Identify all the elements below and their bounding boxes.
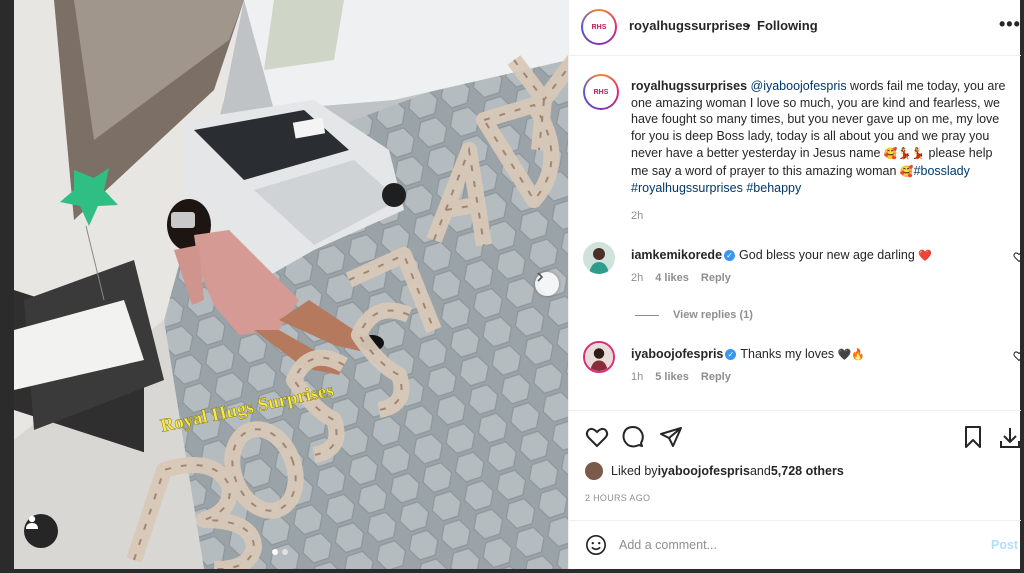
comment-likes[interactable]: 5 likes	[655, 371, 689, 383]
reply-button[interactable]: Reply	[701, 272, 731, 284]
hashtag-royalhugssurprises[interactable]: #royalhugssurprises	[631, 181, 743, 195]
author-username[interactable]: royalhugssurprises	[629, 18, 750, 33]
emoji-picker-icon[interactable]	[585, 534, 607, 561]
share-paper-plane-icon[interactable]	[659, 425, 683, 454]
likes-summary: Liked by iyaboojofespris and 5,728 other…	[585, 462, 844, 480]
view-replies-button[interactable]: View replies (1)	[635, 309, 753, 321]
comment-bubble-icon[interactable]	[621, 425, 645, 454]
more-options-icon[interactable]: •••	[999, 14, 1021, 35]
user-tag-icon	[26, 515, 38, 529]
avatar-image	[585, 343, 613, 371]
carousel-dot-active	[272, 549, 278, 555]
replies-divider	[635, 314, 659, 316]
caption-text: royalhugssurprises @iyaboojofespris word…	[631, 78, 1011, 197]
comment-like-heart-icon[interactable]	[1013, 349, 1024, 367]
comment-meta: 1h 5 likes Reply	[631, 371, 731, 383]
post-details-panel: RHS royalhugssurprises • Following ••• R…	[568, 0, 1024, 569]
save-bookmark-icon[interactable]	[961, 425, 985, 454]
verified-badge-icon: ✓	[724, 250, 736, 261]
hashtag-behappy[interactable]: #behappy	[746, 181, 801, 195]
comment-text: God bless your new age darling	[739, 248, 915, 262]
reply-button[interactable]: Reply	[701, 371, 731, 383]
post-timestamp[interactable]: 2 HOURS AGO	[585, 493, 650, 503]
header-separator: •	[746, 18, 751, 33]
liked-by-and: and	[749, 464, 771, 478]
chevron-right-icon	[537, 272, 544, 282]
liker-avatar[interactable]	[585, 462, 603, 480]
caption-avatar-logo: RHS	[585, 76, 617, 108]
comment-line: iamkemikorede ✓ God bless your new age dar…	[631, 248, 932, 262]
post-media[interactable]: Royal Hugs Surprises	[14, 0, 568, 569]
download-icon[interactable]	[999, 425, 1021, 454]
liked-by-others[interactable]: 5,728 others	[771, 464, 844, 478]
caption-emoji-2: 🥰	[899, 165, 914, 178]
comment-time[interactable]: 2h	[631, 272, 643, 284]
action-bar	[569, 410, 1021, 462]
post-photo: Royal Hugs Surprises	[14, 0, 568, 569]
hashtag-bosslady[interactable]: #bosslady	[914, 164, 970, 178]
caption-emoji-1: 🥰💃💃	[883, 147, 926, 160]
commenter-avatar[interactable]	[583, 341, 615, 373]
tagged-users-button[interactable]	[24, 514, 58, 548]
add-comment-bar: Post	[569, 520, 1021, 569]
comment-emoji: 🖤🔥	[837, 349, 866, 361]
comment-likes[interactable]: 4 likes	[655, 272, 689, 284]
following-button[interactable]: Following	[757, 18, 818, 33]
like-heart-icon[interactable]	[585, 425, 609, 454]
liked-by-user[interactable]: iyaboojofespris	[658, 464, 750, 478]
author-avatar[interactable]: RHS	[581, 9, 617, 45]
caption-mention[interactable]: @iyaboojofespris	[751, 79, 847, 93]
carousel-dots	[272, 549, 288, 555]
verified-badge-icon: ✓	[725, 349, 737, 360]
avatar-image	[583, 242, 615, 274]
liked-by-prefix: Liked by	[611, 464, 658, 478]
caption-username[interactable]: royalhugssurprises	[631, 79, 747, 93]
view-replies-label: View replies (1)	[673, 309, 753, 321]
comment-like-heart-icon[interactable]	[1013, 250, 1024, 268]
comment-time[interactable]: 1h	[631, 371, 643, 383]
comment-username[interactable]: iyaboojofespris	[631, 347, 723, 361]
comment-meta: 2h 4 likes Reply	[631, 272, 731, 284]
post-comment-button[interactable]: Post	[991, 538, 1018, 552]
caption-timestamp[interactable]: 2h	[631, 210, 643, 222]
carousel-dot	[282, 549, 288, 555]
commenter-avatar[interactable]	[583, 242, 615, 274]
comment-username[interactable]: iamkemikorede	[631, 248, 722, 262]
author-avatar-logo: RHS	[583, 11, 615, 43]
post-header: RHS royalhugssurprises • Following •••	[569, 0, 1021, 56]
comment-input[interactable]	[619, 533, 959, 557]
comment-text: Thanks my loves	[740, 347, 835, 361]
caption-avatar[interactable]: RHS	[583, 74, 619, 110]
comment-line: iyaboojofespris ✓ Thanks my loves 🖤🔥	[631, 347, 865, 361]
comment-emoji: ❤️	[918, 250, 933, 262]
next-photo-button[interactable]	[535, 272, 559, 296]
